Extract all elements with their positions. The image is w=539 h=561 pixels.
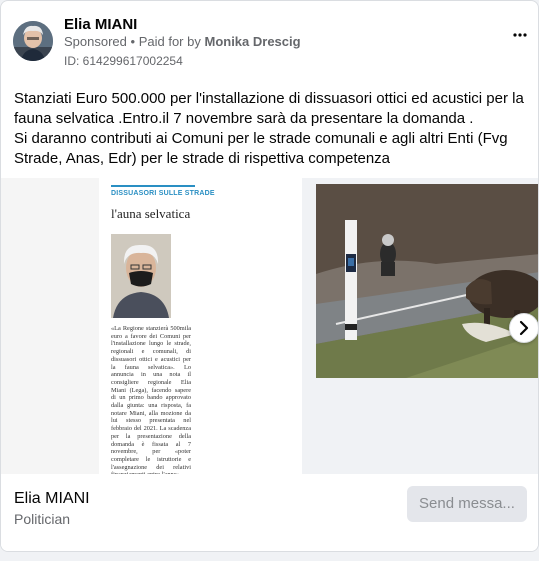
post-text-line1: Stanziati Euro 500.000 per l'installazio… bbox=[14, 90, 524, 127]
footer-page-name[interactable]: Elia MIANI bbox=[14, 490, 90, 508]
avatar[interactable] bbox=[13, 21, 53, 61]
page-name-link[interactable]: Elia MIANI bbox=[64, 16, 137, 33]
sponsored-line: Sponsored • Paid for by Monika Drescig bbox=[64, 34, 301, 49]
post-text-line2: Si daranno contributi ai Comuni per le s… bbox=[14, 130, 508, 167]
clipping-headline: l'auna selvatica bbox=[111, 206, 191, 221]
ad-footer: Elia MIANI Politician Send messa... bbox=[1, 474, 538, 551]
ad-id: ID: 614299617002254 bbox=[64, 54, 183, 68]
post-text: Stanziati Euro 500.000 per l'installazio… bbox=[14, 89, 529, 169]
newspaper-clipping: DISSUASORI SULLE STRADE l'auna selvatica… bbox=[99, 178, 302, 474]
paid-for-by-label: Paid for by bbox=[138, 34, 201, 49]
chevron-right-icon bbox=[519, 320, 529, 336]
clipping-kicker: DISSUASORI SULLE STRADE bbox=[111, 185, 215, 197]
separator-dot: • bbox=[130, 34, 136, 49]
footer-page-category: Politician bbox=[14, 511, 71, 527]
post-header: Elia MIANI Sponsored • Paid for by Monik… bbox=[13, 16, 528, 69]
carousel-slide-newspaper[interactable]: DISSUASORI SULLE STRADE l'auna selvatica… bbox=[1, 178, 302, 474]
image-carousel[interactable]: DISSUASORI SULLE STRADE l'auna selvatica… bbox=[1, 178, 538, 474]
carousel-slide-wildboar[interactable] bbox=[316, 184, 538, 378]
clipping-article-text: «La Regione stanzierà 500mila euro a fav… bbox=[111, 325, 191, 474]
clipping-portrait bbox=[111, 234, 171, 318]
ad-card: Elia MIANI Sponsored • Paid for by Monik… bbox=[0, 0, 539, 552]
paid-for-by-name: Monika Drescig bbox=[204, 34, 301, 49]
sponsored-label[interactable]: Sponsored bbox=[64, 34, 127, 49]
carousel-next-button[interactable] bbox=[509, 313, 538, 343]
ellipsis-icon[interactable] bbox=[512, 27, 528, 45]
send-message-button[interactable]: Send messa... bbox=[407, 486, 527, 522]
